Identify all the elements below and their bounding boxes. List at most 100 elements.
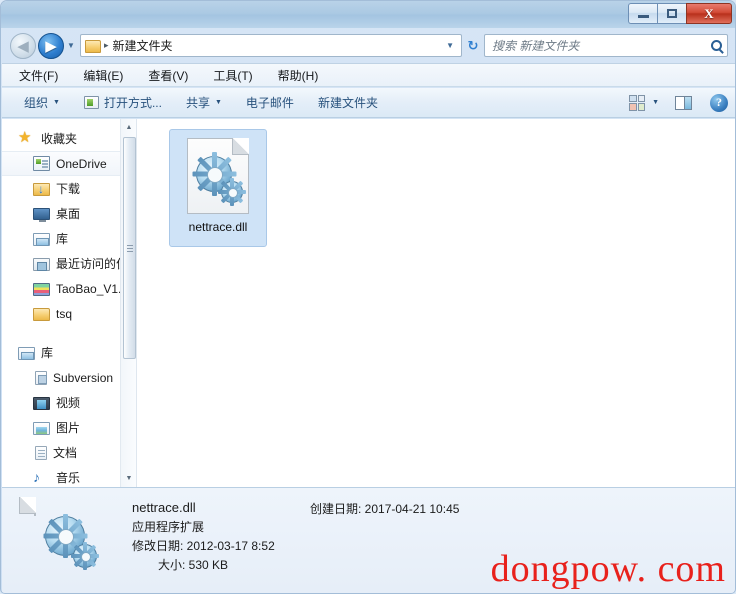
sidebar-item-recent-places[interactable]: 最近访问的位置	[2, 251, 136, 276]
change-view-icon[interactable]	[629, 94, 646, 111]
gear-small-icon	[71, 542, 99, 570]
menu-help[interactable]: 帮助(H)	[275, 65, 322, 86]
open-with-icon	[83, 96, 99, 109]
chevron-down-icon: ▼	[53, 99, 60, 106]
navigation-scrollbar[interactable]: ▲ ▼	[120, 119, 136, 487]
sidebar-label: tsq	[56, 306, 73, 321]
scroll-up-icon[interactable]: ▲	[121, 119, 136, 136]
explorer-window: X ◀ ▶ ▼ ▸ 新建文件夹 ▼ ↻ 搜索 新建文件夹 文件(F) 编辑(E)…	[0, 0, 736, 594]
view-cell-1	[629, 94, 637, 102]
close-button[interactable]: X	[686, 3, 732, 24]
sidebar-item-documents[interactable]: 文档	[2, 440, 136, 465]
sidebar-label: 库	[56, 232, 69, 246]
back-arrow-icon: ◀	[17, 37, 29, 55]
new-folder-button[interactable]: 新建文件夹	[318, 94, 378, 111]
refresh-button[interactable]: ↻	[462, 34, 484, 57]
scrollbar-thumb[interactable]	[123, 137, 136, 359]
sidebar-label: TaoBao_V1.7	[56, 281, 129, 296]
minimize-icon	[637, 15, 649, 18]
details-file-size: 大小: 530 KB	[158, 558, 229, 572]
desktop-icon	[33, 208, 50, 222]
sidebar-item-tsq[interactable]: tsq	[2, 301, 136, 326]
sidebar-item-music[interactable]: ♪ 音乐	[2, 465, 136, 487]
gear-teeth	[218, 178, 246, 206]
nav-header-favorites[interactable]: ★ 收藏夹	[2, 126, 136, 151]
back-button[interactable]: ◀	[10, 32, 36, 59]
forward-button[interactable]: ▶	[38, 32, 64, 59]
preview-pane-icon[interactable]	[675, 95, 692, 110]
address-bar-row: ◀ ▶ ▼ ▸ 新建文件夹 ▼ ↻ 搜索 新建文件夹	[1, 28, 735, 63]
sidebar-item-subversion[interactable]: Subversion	[2, 365, 136, 390]
navigation-pane: ★ 收藏夹 OneDrive 下载 桌面 库	[2, 119, 137, 487]
downloads-icon	[33, 182, 50, 196]
gear-teeth	[71, 542, 99, 570]
menu-edit[interactable]: 编辑(E)	[80, 65, 126, 86]
minimize-button[interactable]	[628, 3, 657, 24]
share-button[interactable]: 共享 ▼	[186, 94, 222, 111]
sidebar-label: 桌面	[56, 207, 81, 221]
address-dropdown-icon[interactable]: ▼	[441, 41, 459, 50]
details-created-date: 创建日期: 2017-04-21 10:45	[310, 502, 460, 516]
details-modified-date: 修改日期: 2012-03-17 8:52	[132, 539, 275, 553]
recent-pages-button[interactable]: ▼	[64, 33, 78, 59]
subversion-icon	[35, 370, 47, 385]
onedrive-icon	[33, 156, 50, 171]
folder-icon	[33, 307, 50, 321]
file-name-label: nettrace.dll	[188, 220, 248, 234]
share-label: 共享	[185, 96, 210, 110]
libraries-group: 库 Subversion 视频 图片 文档 ♪ 音乐	[2, 340, 136, 487]
open-with-label: 打开方式...	[103, 96, 162, 110]
view-dropdown-icon[interactable]: ▼	[652, 99, 659, 106]
menu-bar: 文件(F) 编辑(E) 查看(V) 工具(T) 帮助(H)	[2, 63, 735, 87]
sidebar-item-libraries-fav[interactable]: 库	[2, 226, 136, 251]
recent-places-icon	[33, 257, 50, 271]
sidebar-item-onedrive[interactable]: OneDrive	[2, 151, 136, 176]
file-item-nettrace-dll[interactable]: nettrace.dll	[169, 129, 267, 247]
refresh-icon: ↻	[467, 37, 479, 53]
details-file-type: 应用程序扩展	[132, 520, 205, 534]
command-toolbar: 组织 ▼ 打开方式... 共享 ▼ 电子邮件 新建文件夹 ▼ ?	[2, 88, 735, 118]
explorer-body: ★ 收藏夹 OneDrive 下载 桌面 库	[2, 119, 735, 487]
breadcrumb-current-folder[interactable]: 新建文件夹	[113, 37, 173, 54]
address-bar[interactable]: ▸ 新建文件夹 ▼	[80, 34, 462, 57]
close-icon: X	[704, 6, 714, 21]
menu-file[interactable]: 文件(F)	[16, 65, 61, 86]
libraries-label: 库	[41, 346, 54, 360]
organize-label: 组织	[24, 96, 49, 110]
sidebar-item-pictures[interactable]: 图片	[2, 415, 136, 440]
chevron-down-icon: ▼	[214, 99, 222, 106]
open-with-button[interactable]: 打开方式...	[83, 94, 162, 111]
help-icon[interactable]: ?	[710, 93, 728, 112]
file-list-pane[interactable]: nettrace.dll	[137, 119, 735, 487]
sidebar-label: 视频	[56, 396, 81, 410]
view-cell-3	[629, 103, 637, 111]
dll-file-icon	[19, 497, 99, 570]
details-pane: nettrace.dll 应用程序扩展 修改日期: 2012-03-17 8:5…	[2, 487, 735, 593]
nav-header-libraries[interactable]: 库	[2, 340, 136, 365]
sidebar-label: Subversion	[53, 370, 114, 385]
sidebar-item-downloads[interactable]: 下载	[2, 176, 136, 201]
title-bar: X	[1, 1, 735, 28]
library-icon	[18, 346, 35, 360]
toolbar-right-group: ▼ ?	[629, 93, 728, 112]
favorites-group: ★ 收藏夹 OneDrive 下载 桌面 库	[2, 126, 136, 326]
window-controls: X	[628, 3, 732, 24]
sidebar-item-videos[interactable]: 视频	[2, 390, 136, 415]
chevron-down-icon: ▼	[67, 41, 75, 50]
menu-tools[interactable]: 工具(T)	[210, 65, 255, 86]
page-fold-corner	[19, 497, 36, 514]
menu-view[interactable]: 查看(V)	[145, 65, 191, 86]
sidebar-label: 音乐	[56, 471, 81, 485]
library-icon	[33, 232, 50, 246]
maximize-button[interactable]	[657, 3, 686, 24]
organize-button[interactable]: 组织 ▼	[24, 94, 60, 111]
scroll-down-icon[interactable]: ▼	[121, 470, 136, 487]
email-button[interactable]: 电子邮件	[246, 94, 294, 111]
search-box[interactable]: 搜索 新建文件夹	[484, 34, 728, 57]
star-icon: ★	[18, 129, 32, 146]
sidebar-item-desktop[interactable]: 桌面	[2, 201, 136, 226]
document-icon	[35, 446, 47, 460]
sidebar-label: OneDrive	[56, 156, 107, 171]
sidebar-label: 图片	[56, 421, 81, 435]
sidebar-item-taobao[interactable]: TaoBao_V1.7	[2, 276, 136, 301]
